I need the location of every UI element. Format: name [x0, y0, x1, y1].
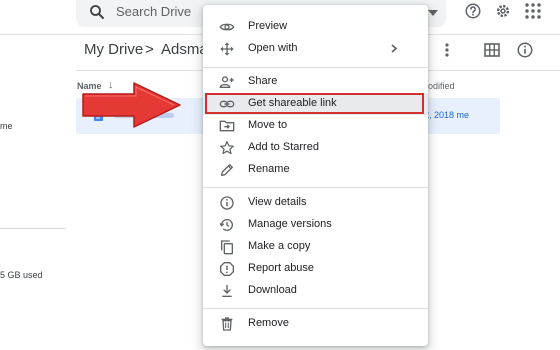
- open-with-icon: [219, 41, 235, 57]
- settings-icon[interactable]: [494, 2, 512, 20]
- search-input[interactable]: Search Drive: [116, 4, 191, 19]
- menu-divider: [203, 308, 428, 309]
- storage-used-label: 5 GB used: [0, 270, 43, 280]
- menu-item-label: Remove: [248, 317, 289, 329]
- nav-divider: [0, 228, 66, 229]
- more-vert-icon[interactable]: [444, 43, 450, 57]
- menu-item-rename[interactable]: Rename: [203, 159, 428, 181]
- menu-item-download[interactable]: Download: [203, 280, 428, 302]
- pencil-icon: [219, 162, 235, 178]
- caret-down-icon[interactable]: [428, 10, 438, 16]
- menu-item-manage-versions[interactable]: Manage versions: [203, 214, 428, 236]
- menu-item-label: Preview: [248, 20, 288, 32]
- menu-item-add-to-starred[interactable]: Add to Starred: [203, 137, 428, 159]
- menu-item-label: Report abuse: [248, 262, 315, 274]
- menu-item-label: Download: [248, 284, 297, 296]
- menu-item-share[interactable]: Share: [203, 71, 428, 93]
- menu-divider: [203, 67, 428, 68]
- menu-item-make-a-copy[interactable]: Make a copy: [203, 236, 428, 258]
- menu-item-report-abuse[interactable]: Report abuse: [203, 258, 428, 280]
- menu-item-label: Rename: [248, 163, 290, 175]
- red-arrow-icon: [82, 82, 182, 128]
- search-icon[interactable]: [88, 3, 106, 21]
- menu-item-label: Share: [248, 75, 278, 87]
- grid-view-icon[interactable]: [484, 43, 500, 57]
- apps-grid-icon[interactable]: [524, 2, 542, 20]
- person-add-icon: [219, 74, 235, 90]
- menu-item-open-with[interactable]: Open with: [203, 38, 428, 60]
- trash-icon: [219, 316, 235, 332]
- menu-item-label: Make a copy: [248, 240, 311, 252]
- menu-item-label: Open with: [248, 42, 298, 54]
- menu-item-view-details[interactable]: View details: [203, 192, 428, 214]
- menu-divider: [203, 187, 428, 188]
- column-header-modified[interactable]: odified: [428, 81, 455, 91]
- menu-item-preview[interactable]: Preview: [203, 16, 428, 38]
- menu-item-label: Manage versions: [248, 218, 332, 230]
- copy-icon: [219, 239, 235, 255]
- download-icon: [219, 283, 235, 299]
- menu-item-label: View details: [248, 196, 307, 208]
- help-icon[interactable]: [464, 2, 482, 20]
- history-icon: [219, 217, 235, 233]
- highlight-box: [205, 93, 424, 114]
- info-icon[interactable]: [516, 41, 534, 59]
- menu-item-label: Move to: [248, 119, 288, 131]
- star-icon: [219, 140, 235, 156]
- context-menu: Preview Open with Share Get shareable li…: [203, 5, 428, 346]
- breadcrumb-separator: >: [145, 41, 154, 58]
- report-icon: [219, 261, 235, 277]
- info-icon: [219, 195, 235, 211]
- breadcrumb-my-drive[interactable]: My Drive: [84, 41, 143, 58]
- menu-item-move-to[interactable]: Move to: [203, 115, 428, 137]
- chevron-right-icon: [391, 44, 397, 53]
- nav-label-me: me: [0, 121, 13, 131]
- menu-item-label: Add to Starred: [248, 141, 319, 153]
- move-to-icon: [219, 118, 235, 134]
- menu-item-remove[interactable]: Remove: [203, 313, 428, 335]
- eye-icon: [219, 19, 235, 35]
- file-modified-date: 2, 2018 me: [424, 110, 470, 120]
